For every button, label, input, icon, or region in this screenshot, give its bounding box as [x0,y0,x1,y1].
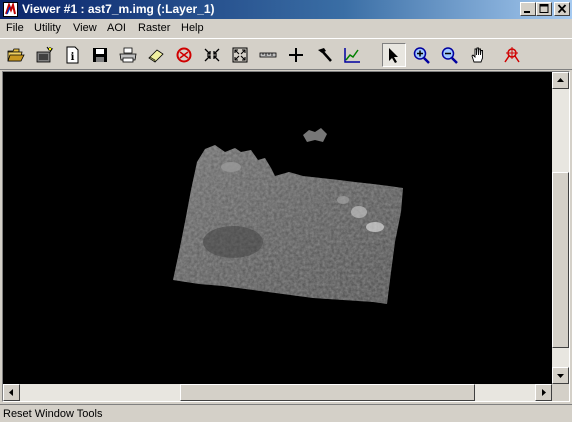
add-layer-button[interactable] [32,43,56,67]
save-icon [93,48,107,62]
scroll-right-button[interactable] [535,384,552,401]
arrow-down-icon [557,374,564,378]
print-icon [119,47,137,63]
add-layer-icon [36,46,54,63]
minimize-icon [524,11,530,13]
close-icon [557,4,567,14]
viewer-window: Viewer #1 : ast7_m.img (:Layer_1) File U… [0,0,572,422]
toolbar: i [0,38,572,70]
save-button[interactable] [88,43,112,67]
scroll-left-button[interactable] [3,384,20,401]
inquire-cursor-button[interactable] [284,43,308,67]
title-bar[interactable]: Viewer #1 : ast7_m.img (:Layer_1) [0,0,572,19]
zoom-in-fixed-icon [204,48,220,62]
menu-help[interactable]: Help [181,22,204,34]
arrow-right-icon [542,389,546,396]
scrollbar-corner [552,384,569,401]
pan-hand-icon [471,47,483,63]
maximize-icon [539,4,549,13]
minimize-button[interactable] [520,2,536,16]
zoom-in-button[interactable] [410,43,434,67]
zoom-in-icon [413,47,430,64]
arrow-left-icon [9,389,13,396]
zoom-out-icon [441,47,458,64]
select-arrow-button[interactable] [382,43,406,67]
reset-window-tools-icon [504,47,520,63]
reset-window-tools-button[interactable] [500,43,524,67]
menu-aoi[interactable]: AOI [107,22,126,34]
maximize-button[interactable] [536,2,552,16]
zoom-out-fixed-button[interactable] [228,43,252,67]
pan-hand-button[interactable] [466,43,490,67]
menu-utility[interactable]: Utility [34,22,61,34]
measure-button[interactable] [256,43,280,67]
layer-info-icon: i [66,46,79,64]
zoom-out-fixed-icon [232,47,248,63]
horizontal-scrollbar[interactable] [3,384,552,401]
horizontal-scroll-thumb[interactable] [180,384,475,401]
vertical-scrollbar[interactable] [552,72,569,384]
close-button[interactable] [554,2,570,16]
zoom-out-button[interactable] [438,43,462,67]
rotate-button[interactable] [172,43,196,67]
image-canvas[interactable] [3,72,552,384]
arrow-up-icon [557,78,564,82]
menu-bar: File Utility View AOI Raster Help [0,19,572,38]
select-arrow-icon [389,48,398,63]
scroll-down-button[interactable] [552,367,569,384]
eraser-icon [148,49,164,63]
open-folder-icon [7,48,25,62]
menu-raster[interactable]: Raster [138,22,170,34]
open-button[interactable] [4,43,28,67]
inquire-cursor-icon [289,48,303,62]
status-text: Reset Window Tools [3,408,103,420]
menu-file[interactable]: File [6,22,24,34]
zoom-in-fixed-button[interactable] [200,43,224,67]
svg-text:i: i [71,52,75,63]
satellite-image-raster [173,128,403,304]
window-title: Viewer #1 : ast7_m.img (:Layer_1) [22,2,215,16]
imagine-app-icon[interactable] [3,2,18,17]
rotate-icon [176,47,192,63]
menu-view[interactable]: View [73,22,97,34]
hammer-button[interactable] [312,43,336,67]
profile-icon [344,48,360,63]
vertical-scroll-thumb[interactable] [552,172,569,348]
profile-button[interactable] [340,43,364,67]
scroll-up-button[interactable] [552,72,569,89]
eraser-button[interactable] [144,43,168,67]
status-bar: Reset Window Tools [0,404,572,422]
print-button[interactable] [116,43,140,67]
layer-info-button[interactable]: i [60,43,84,67]
measure-icon [259,52,277,58]
hammer-icon [318,48,332,62]
